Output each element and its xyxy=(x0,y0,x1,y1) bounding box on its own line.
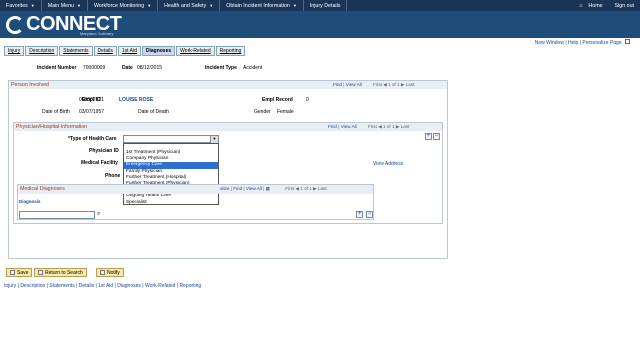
physician-count: 1 of 1 xyxy=(383,124,395,129)
footer-links: Injury | Description | Statements | Deta… xyxy=(4,283,202,289)
footer-link-statements[interactable]: Statements xyxy=(49,283,74,289)
incident-date: 08/12/2015 xyxy=(137,65,163,71)
dob-label: Date of Birth xyxy=(42,109,70,115)
search-icon[interactable]: ⌕ xyxy=(97,211,100,218)
person-view-all-link[interactable]: View All xyxy=(346,82,362,87)
prev-icon[interactable]: ◀ xyxy=(296,186,300,191)
prev-icon[interactable]: ◀ xyxy=(378,124,382,129)
footer-link-reporting[interactable]: Reporting xyxy=(180,283,202,289)
person-find-link[interactable]: Find xyxy=(333,82,342,87)
delete-row-icon[interactable]: − xyxy=(433,133,440,140)
next-icon[interactable]: ▶ xyxy=(396,124,400,129)
incident-number-label: Incident Number xyxy=(37,65,77,71)
nav-health-safety[interactable]: Health and Safety ▼ xyxy=(158,0,221,11)
diagnoses-count: 1 of 1 xyxy=(300,186,312,191)
incident-type-label: Incident Type xyxy=(205,65,237,71)
nav-main-menu[interactable]: Main Menu ▼ xyxy=(42,0,88,11)
tab-statements[interactable]: Statements xyxy=(59,46,93,56)
delete-diagnosis-icon[interactable]: − xyxy=(366,211,373,218)
incident-type: Accident xyxy=(243,65,263,71)
footer-link-details[interactable]: Details xyxy=(79,283,94,289)
footer-link-description[interactable]: Description xyxy=(20,283,45,289)
page-tabs: Injury Description Statements Details 1s… xyxy=(4,46,246,56)
gender-label: Gender xyxy=(254,109,271,115)
home-link[interactable]: Home xyxy=(588,3,602,9)
diagnosis-input[interactable] xyxy=(19,211,95,219)
footer-link-1st-aid[interactable]: 1st Aid xyxy=(98,283,113,289)
personalize-link[interactable]: Personalize Page xyxy=(582,40,621,46)
physician-id-label: Physician ID xyxy=(89,148,119,154)
tab-work-related[interactable]: Work-Related xyxy=(176,46,215,56)
diagnoses-find-link[interactable]: Find xyxy=(233,186,242,191)
physician-last[interactable]: Last xyxy=(401,124,410,129)
nav-favorites[interactable]: Favorites ▼ xyxy=(0,0,42,11)
return-to-search-button[interactable]: Return to Search xyxy=(34,268,87,277)
logo-subtitle: Maryland Judiciary xyxy=(80,31,114,36)
notify-icon xyxy=(100,270,105,275)
person-nav: Find | View All First ◀ 1 of 1 ▶ Last xyxy=(333,82,415,87)
prev-icon[interactable]: ◀ xyxy=(383,82,387,87)
medical-facility-label: Medical Facility xyxy=(81,160,118,166)
next-icon[interactable]: ▶ xyxy=(401,82,405,87)
grid-download-icon[interactable]: ▦ xyxy=(266,186,270,191)
diagnoses-nav: alize | Find | View All | ▦ First ◀ 1 of… xyxy=(220,186,327,191)
add-diagnosis-icon[interactable]: + xyxy=(356,211,363,218)
dob-value: 03/07/1957 xyxy=(79,109,105,115)
date-label: Date xyxy=(122,65,133,71)
phone-label: Phone xyxy=(105,173,121,179)
physician-view-all-link[interactable]: View All xyxy=(341,124,357,129)
person-count: 1 of 1 xyxy=(388,82,400,87)
footer-link-work-related[interactable]: Work-Related xyxy=(145,283,175,289)
tab-diagnoses[interactable]: Diagnoses xyxy=(141,46,176,56)
save-button[interactable]: Save xyxy=(6,268,33,277)
incident-number: 70000009 xyxy=(83,65,106,71)
diagnosis-col-header: Diagnosis xyxy=(19,199,41,204)
home-icon[interactable]: ⌂ xyxy=(579,3,582,9)
tab-injury[interactable]: Injury xyxy=(4,46,25,56)
config-icon[interactable] xyxy=(625,39,630,44)
diagnoses-view-all-link[interactable]: View All xyxy=(246,186,262,191)
save-icon xyxy=(10,270,15,275)
add-row-icon[interactable]: + xyxy=(425,133,432,140)
view-address-link[interactable]: View Address xyxy=(373,161,403,167)
new-window-link[interactable]: New Window xyxy=(535,40,564,46)
person-first[interactable]: First xyxy=(373,82,382,87)
dod-label: Date of Death xyxy=(138,109,169,115)
type-health-care-label: *Type of Health Care xyxy=(68,136,117,142)
employee-name: LOUISE ROSE xyxy=(119,97,154,103)
physician-first[interactable]: First xyxy=(368,124,377,129)
empl-record-value: 0 xyxy=(306,97,309,103)
nav-injury-details[interactable]: Injury Details xyxy=(304,0,348,11)
person-last[interactable]: Last xyxy=(406,82,415,87)
top-nav: Favorites ▼ Main Menu ▼ Workforce Monitori… xyxy=(0,0,640,11)
signout-link[interactable]: Sign out xyxy=(615,3,634,9)
help-link[interactable]: Help xyxy=(568,40,578,46)
app-header: CONNECT Maryland Judiciary xyxy=(0,11,640,38)
footer-link-injury[interactable]: Injury xyxy=(4,283,16,289)
tab-description[interactable]: Description xyxy=(25,46,59,56)
return-icon xyxy=(38,270,43,275)
type-health-care-select[interactable]: ▼ xyxy=(123,135,219,143)
physician-nav: Find | View All First ◀ 1 of 1 ▶ Last xyxy=(328,124,410,129)
nav-obtain-incident[interactable]: Obtain Incident Information ▼ xyxy=(220,0,304,11)
tab-details[interactable]: Details xyxy=(93,46,117,56)
gender-value: Female xyxy=(277,109,294,115)
chevron-down-icon[interactable]: ▼ xyxy=(210,136,218,143)
footer-link-diagnoses[interactable]: Diagnoses xyxy=(117,283,141,289)
next-icon[interactable]: ▶ xyxy=(313,186,317,191)
physician-find-link[interactable]: Find xyxy=(328,124,337,129)
notify-button[interactable]: Notify xyxy=(96,268,124,277)
logo-mark-icon xyxy=(6,15,24,34)
empl-record-label: Empl Record xyxy=(262,97,293,103)
diagnoses-last[interactable]: Last xyxy=(318,186,327,191)
empl-id-value: 000002521 xyxy=(79,97,105,103)
tab-reporting[interactable]: Reporting xyxy=(215,46,246,56)
nav-workforce-monitoring[interactable]: Workforce Monitoring ▼ xyxy=(88,0,159,11)
tab-1st-aid[interactable]: 1st Aid xyxy=(117,46,141,56)
diagnoses-first[interactable]: First xyxy=(285,186,294,191)
top-links: New Window | Help | Personalize Page xyxy=(535,39,630,46)
